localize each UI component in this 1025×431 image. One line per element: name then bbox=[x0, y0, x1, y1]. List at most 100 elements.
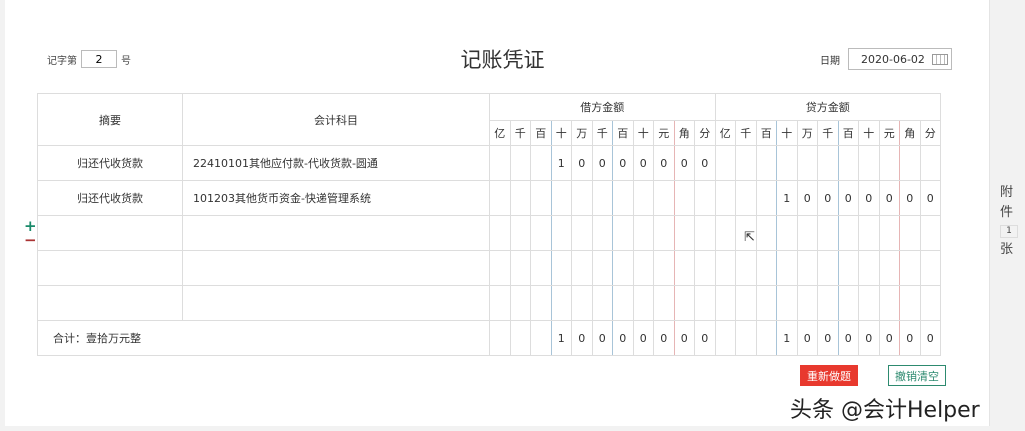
amount-digit[interactable] bbox=[776, 285, 798, 321]
amount-digit[interactable] bbox=[878, 145, 900, 181]
amount-digit[interactable] bbox=[878, 215, 900, 251]
amount-digit[interactable] bbox=[755, 320, 777, 356]
amount-digit[interactable] bbox=[653, 285, 675, 321]
amount-digit[interactable] bbox=[591, 285, 613, 321]
amount-digit[interactable] bbox=[755, 250, 777, 286]
remove-row-button[interactable]: − bbox=[24, 231, 37, 249]
amount-digit[interactable] bbox=[714, 180, 736, 216]
amount-digit[interactable] bbox=[858, 215, 880, 251]
amount-digit[interactable] bbox=[714, 215, 736, 251]
calendar-icon[interactable] bbox=[932, 53, 948, 65]
amount-digit[interactable] bbox=[694, 180, 716, 216]
summary-cell[interactable] bbox=[37, 285, 183, 321]
amount-digit[interactable] bbox=[735, 285, 757, 321]
amount-digit[interactable] bbox=[591, 180, 613, 216]
amount-digit[interactable]: 0 bbox=[591, 320, 613, 356]
amount-digit[interactable]: 0 bbox=[694, 320, 716, 356]
amount-digit[interactable] bbox=[509, 215, 531, 251]
amount-digit[interactable]: 0 bbox=[591, 145, 613, 181]
amount-digit[interactable] bbox=[735, 250, 757, 286]
amount-digit[interactable] bbox=[653, 180, 675, 216]
amount-digit[interactable] bbox=[673, 215, 695, 251]
amount-digit[interactable] bbox=[919, 250, 941, 286]
amount-digit[interactable]: 0 bbox=[858, 180, 880, 216]
amount-digit[interactable] bbox=[878, 285, 900, 321]
amount-digit[interactable] bbox=[489, 250, 511, 286]
amount-digit[interactable] bbox=[755, 285, 777, 321]
amount-digit[interactable] bbox=[550, 250, 572, 286]
amount-digit[interactable] bbox=[632, 215, 654, 251]
amount-digit[interactable] bbox=[735, 145, 757, 181]
amount-digit[interactable] bbox=[530, 215, 552, 251]
amount-digit[interactable] bbox=[694, 285, 716, 321]
amount-digit[interactable]: 0 bbox=[612, 320, 634, 356]
amount-digit[interactable] bbox=[837, 250, 859, 286]
summary-cell[interactable]: 归还代收货款 bbox=[37, 145, 183, 181]
amount-digit[interactable] bbox=[591, 215, 613, 251]
amount-digit[interactable] bbox=[837, 145, 859, 181]
amount-digit[interactable] bbox=[489, 215, 511, 251]
amount-digit[interactable]: 0 bbox=[673, 320, 695, 356]
amount-digit[interactable]: 0 bbox=[919, 320, 941, 356]
account-cell[interactable]: 101203其他货币资金-快递管理系统 bbox=[182, 180, 490, 216]
amount-digit[interactable] bbox=[653, 215, 675, 251]
amount-digit[interactable]: 0 bbox=[878, 180, 900, 216]
amount-digit[interactable] bbox=[858, 250, 880, 286]
amount-digit[interactable]: 0 bbox=[837, 180, 859, 216]
amount-digit[interactable] bbox=[858, 285, 880, 321]
amount-digit[interactable] bbox=[489, 320, 511, 356]
amount-digit[interactable] bbox=[899, 145, 921, 181]
amount-digit[interactable] bbox=[858, 145, 880, 181]
amount-digit[interactable] bbox=[571, 250, 593, 286]
summary-cell[interactable]: 归还代收货款 bbox=[37, 180, 183, 216]
amount-digit[interactable] bbox=[735, 320, 757, 356]
amount-digit[interactable] bbox=[673, 250, 695, 286]
amount-digit[interactable]: 0 bbox=[571, 145, 593, 181]
amount-digit[interactable] bbox=[550, 180, 572, 216]
account-cell[interactable] bbox=[182, 285, 490, 321]
amount-digit[interactable]: 0 bbox=[653, 145, 675, 181]
clear-button[interactable]: 撤销清空 bbox=[888, 365, 946, 386]
amount-digit[interactable] bbox=[735, 180, 757, 216]
amount-digit[interactable] bbox=[612, 215, 634, 251]
amount-digit[interactable]: 0 bbox=[899, 320, 921, 356]
amount-digit[interactable] bbox=[899, 250, 921, 286]
amount-digit[interactable] bbox=[653, 250, 675, 286]
amount-digit[interactable]: 1 bbox=[550, 320, 572, 356]
amount-digit[interactable]: 0 bbox=[632, 145, 654, 181]
account-cell[interactable]: 22410101其他应付款-代收货款-圆通 bbox=[182, 145, 490, 181]
amount-digit[interactable] bbox=[530, 180, 552, 216]
amount-digit[interactable] bbox=[612, 285, 634, 321]
amount-digit[interactable] bbox=[612, 250, 634, 286]
amount-digit[interactable]: 0 bbox=[612, 145, 634, 181]
amount-digit[interactable] bbox=[632, 180, 654, 216]
amount-digit[interactable] bbox=[673, 285, 695, 321]
summary-cell[interactable] bbox=[37, 215, 183, 251]
amount-digit[interactable] bbox=[796, 285, 818, 321]
amount-digit[interactable] bbox=[509, 250, 531, 286]
amount-digit[interactable] bbox=[899, 285, 921, 321]
amount-digit[interactable] bbox=[489, 180, 511, 216]
amount-digit[interactable] bbox=[919, 285, 941, 321]
amount-digit[interactable] bbox=[817, 250, 839, 286]
amount-digit[interactable] bbox=[714, 145, 736, 181]
amount-digit[interactable] bbox=[796, 145, 818, 181]
amount-digit[interactable] bbox=[837, 285, 859, 321]
amount-digit[interactable]: 0 bbox=[878, 320, 900, 356]
amount-digit[interactable]: 1 bbox=[776, 180, 798, 216]
amount-digit[interactable] bbox=[571, 285, 593, 321]
amount-digit[interactable]: 0 bbox=[837, 320, 859, 356]
amount-digit[interactable] bbox=[776, 145, 798, 181]
amount-digit[interactable] bbox=[509, 285, 531, 321]
amount-digit[interactable]: 0 bbox=[673, 145, 695, 181]
amount-digit[interactable]: 0 bbox=[653, 320, 675, 356]
amount-digit[interactable] bbox=[530, 285, 552, 321]
amount-digit[interactable]: 0 bbox=[571, 320, 593, 356]
amount-digit[interactable] bbox=[878, 250, 900, 286]
amount-digit[interactable] bbox=[714, 320, 736, 356]
amount-digit[interactable] bbox=[755, 215, 777, 251]
amount-digit[interactable]: 0 bbox=[694, 145, 716, 181]
amount-digit[interactable] bbox=[755, 180, 777, 216]
amount-digit[interactable]: 0 bbox=[858, 320, 880, 356]
amount-digit[interactable] bbox=[817, 285, 839, 321]
